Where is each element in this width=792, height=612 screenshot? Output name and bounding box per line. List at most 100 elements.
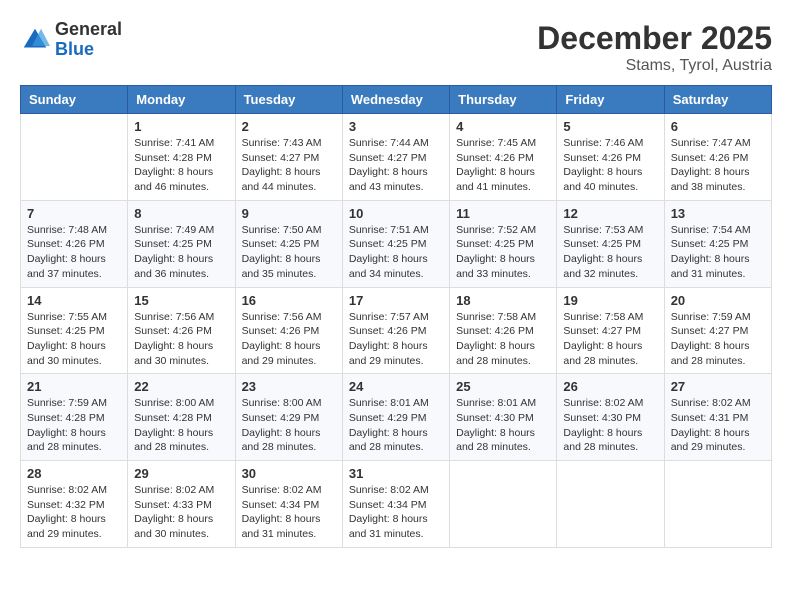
calendar-cell: 2 Sunrise: 7:43 AMSunset: 4:27 PMDaylight…	[235, 114, 342, 201]
day-number: 11	[456, 206, 550, 221]
weekday-header-friday: Friday	[557, 86, 664, 114]
day-number: 28	[27, 466, 121, 481]
day-info: Sunrise: 7:56 AMSunset: 4:26 PMDaylight:…	[134, 310, 228, 369]
logo-general-text: General	[55, 20, 122, 40]
calendar-cell: 26Sunrise: 8:02 AMSunset: 4:30 PMDayligh…	[557, 374, 664, 461]
day-number: 19	[563, 293, 657, 308]
calendar-cell: 3 Sunrise: 7:44 AMSunset: 4:27 PMDaylight…	[342, 114, 449, 201]
calendar-cell: 24 Sunrise: 8:01 AMSunset: 4:29 PMDayligh…	[342, 374, 449, 461]
calendar-cell: 7 Sunrise: 7:48 AMSunset: 4:26 PMDaylight…	[21, 200, 128, 287]
day-info: Sunrise: 7:43 AMSunset: 4:27 PMDaylight:…	[242, 136, 336, 195]
day-number: 6	[671, 119, 765, 134]
calendar-cell: 9 Sunrise: 7:50 AMSunset: 4:25 PMDaylight…	[235, 200, 342, 287]
calendar-cell: 30 Sunrise: 8:02 AMSunset: 4:34 PMDayligh…	[235, 461, 342, 548]
day-number: 9	[242, 206, 336, 221]
day-info: Sunrise: 8:02 AMSunset: 4:32 PMDaylight:…	[27, 483, 121, 542]
day-number: 23	[242, 379, 336, 394]
calendar-cell: 6Sunrise: 7:47 AMSunset: 4:26 PMDaylight…	[664, 114, 771, 201]
day-info: Sunrise: 7:53 AMSunset: 4:25 PMDaylight:…	[563, 223, 657, 282]
day-number: 15	[134, 293, 228, 308]
day-info: Sunrise: 7:46 AMSunset: 4:26 PMDaylight:…	[563, 136, 657, 195]
day-number: 20	[671, 293, 765, 308]
day-number: 13	[671, 206, 765, 221]
weekday-header-tuesday: Tuesday	[235, 86, 342, 114]
day-info: Sunrise: 7:56 AMSunset: 4:26 PMDaylight:…	[242, 310, 336, 369]
day-number: 2	[242, 119, 336, 134]
day-number: 12	[563, 206, 657, 221]
day-info: Sunrise: 8:02 AMSunset: 4:34 PMDaylight:…	[242, 483, 336, 542]
calendar-cell: 11Sunrise: 7:52 AMSunset: 4:25 PMDayligh…	[450, 200, 557, 287]
calendar-cell: 31 Sunrise: 8:02 AMSunset: 4:34 PMDayligh…	[342, 461, 449, 548]
calendar-cell: 20 Sunrise: 7:59 AMSunset: 4:27 PMDayligh…	[664, 287, 771, 374]
weekday-header-sunday: Sunday	[21, 86, 128, 114]
calendar-cell: 21 Sunrise: 7:59 AMSunset: 4:28 PMDayligh…	[21, 374, 128, 461]
day-info: Sunrise: 8:02 AMSunset: 4:34 PMDaylight:…	[349, 483, 443, 542]
day-info: Sunrise: 7:50 AMSunset: 4:25 PMDaylight:…	[242, 223, 336, 282]
day-info: Sunrise: 7:59 AMSunset: 4:27 PMDaylight:…	[671, 310, 765, 369]
day-number: 10	[349, 206, 443, 221]
day-info: Sunrise: 8:02 AMSunset: 4:30 PMDaylight:…	[563, 396, 657, 455]
day-info: Sunrise: 7:58 AMSunset: 4:26 PMDaylight:…	[456, 310, 550, 369]
day-info: Sunrise: 8:00 AMSunset: 4:28 PMDaylight:…	[134, 396, 228, 455]
day-number: 31	[349, 466, 443, 481]
day-info: Sunrise: 7:58 AMSunset: 4:27 PMDaylight:…	[563, 310, 657, 369]
calendar-cell: 23 Sunrise: 8:00 AMSunset: 4:29 PMDayligh…	[235, 374, 342, 461]
day-number: 18	[456, 293, 550, 308]
day-number: 4	[456, 119, 550, 134]
calendar-cell: 5 Sunrise: 7:46 AMSunset: 4:26 PMDaylight…	[557, 114, 664, 201]
day-number: 8	[134, 206, 228, 221]
calendar-cell	[557, 461, 664, 548]
logo-icon	[20, 25, 50, 55]
day-info: Sunrise: 8:00 AMSunset: 4:29 PMDaylight:…	[242, 396, 336, 455]
calendar-cell: 14 Sunrise: 7:55 AMSunset: 4:25 PMDayligh…	[21, 287, 128, 374]
calendar-table: SundayMondayTuesdayWednesdayThursdayFrid…	[20, 85, 772, 548]
day-number: 1	[134, 119, 228, 134]
calendar-cell: 19 Sunrise: 7:58 AMSunset: 4:27 PMDayligh…	[557, 287, 664, 374]
day-info: Sunrise: 7:48 AMSunset: 4:26 PMDaylight:…	[27, 223, 121, 282]
day-info: Sunrise: 7:59 AMSunset: 4:28 PMDaylight:…	[27, 396, 121, 455]
calendar-week-2: 7 Sunrise: 7:48 AMSunset: 4:26 PMDaylight…	[21, 200, 772, 287]
day-number: 14	[27, 293, 121, 308]
day-number: 17	[349, 293, 443, 308]
day-number: 16	[242, 293, 336, 308]
calendar-week-4: 21 Sunrise: 7:59 AMSunset: 4:28 PMDayligh…	[21, 374, 772, 461]
calendar-cell: 10 Sunrise: 7:51 AMSunset: 4:25 PMDayligh…	[342, 200, 449, 287]
calendar-cell: 29Sunrise: 8:02 AMSunset: 4:33 PMDayligh…	[128, 461, 235, 548]
day-info: Sunrise: 8:01 AMSunset: 4:30 PMDaylight:…	[456, 396, 550, 455]
day-number: 5	[563, 119, 657, 134]
day-info: Sunrise: 7:44 AMSunset: 4:27 PMDaylight:…	[349, 136, 443, 195]
day-number: 27	[671, 379, 765, 394]
calendar-cell	[450, 461, 557, 548]
calendar-cell: 15 Sunrise: 7:56 AMSunset: 4:26 PMDayligh…	[128, 287, 235, 374]
day-number: 24	[349, 379, 443, 394]
calendar-cell: 22 Sunrise: 8:00 AMSunset: 4:28 PMDayligh…	[128, 374, 235, 461]
day-number: 29	[134, 466, 228, 481]
weekday-header-monday: Monday	[128, 86, 235, 114]
calendar-week-1: 1 Sunrise: 7:41 AMSunset: 4:28 PMDaylight…	[21, 114, 772, 201]
day-info: Sunrise: 7:57 AMSunset: 4:26 PMDaylight:…	[349, 310, 443, 369]
day-info: Sunrise: 8:02 AMSunset: 4:31 PMDaylight:…	[671, 396, 765, 455]
calendar-cell: 17 Sunrise: 7:57 AMSunset: 4:26 PMDayligh…	[342, 287, 449, 374]
calendar-cell: 8 Sunrise: 7:49 AMSunset: 4:25 PMDaylight…	[128, 200, 235, 287]
weekday-header-saturday: Saturday	[664, 86, 771, 114]
day-info: Sunrise: 7:41 AMSunset: 4:28 PMDaylight:…	[134, 136, 228, 195]
day-number: 7	[27, 206, 121, 221]
day-info: Sunrise: 7:45 AMSunset: 4:26 PMDaylight:…	[456, 136, 550, 195]
calendar-cell: 18 Sunrise: 7:58 AMSunset: 4:26 PMDayligh…	[450, 287, 557, 374]
day-number: 30	[242, 466, 336, 481]
day-number: 22	[134, 379, 228, 394]
day-info: Sunrise: 7:49 AMSunset: 4:25 PMDaylight:…	[134, 223, 228, 282]
calendar-cell: 13Sunrise: 7:54 AMSunset: 4:25 PMDayligh…	[664, 200, 771, 287]
calendar-cell: 1 Sunrise: 7:41 AMSunset: 4:28 PMDaylight…	[128, 114, 235, 201]
day-number: 3	[349, 119, 443, 134]
day-info: Sunrise: 7:55 AMSunset: 4:25 PMDaylight:…	[27, 310, 121, 369]
calendar-week-3: 14 Sunrise: 7:55 AMSunset: 4:25 PMDayligh…	[21, 287, 772, 374]
logo: General Blue	[20, 20, 122, 60]
page-subtitle: Stams, Tyrol, Austria	[537, 57, 772, 75]
day-info: Sunrise: 7:51 AMSunset: 4:25 PMDaylight:…	[349, 223, 443, 282]
day-info: Sunrise: 8:01 AMSunset: 4:29 PMDaylight:…	[349, 396, 443, 455]
day-number: 25	[456, 379, 550, 394]
calendar-cell: 4 Sunrise: 7:45 AMSunset: 4:26 PMDaylight…	[450, 114, 557, 201]
day-number: 21	[27, 379, 121, 394]
calendar-cell	[21, 114, 128, 201]
